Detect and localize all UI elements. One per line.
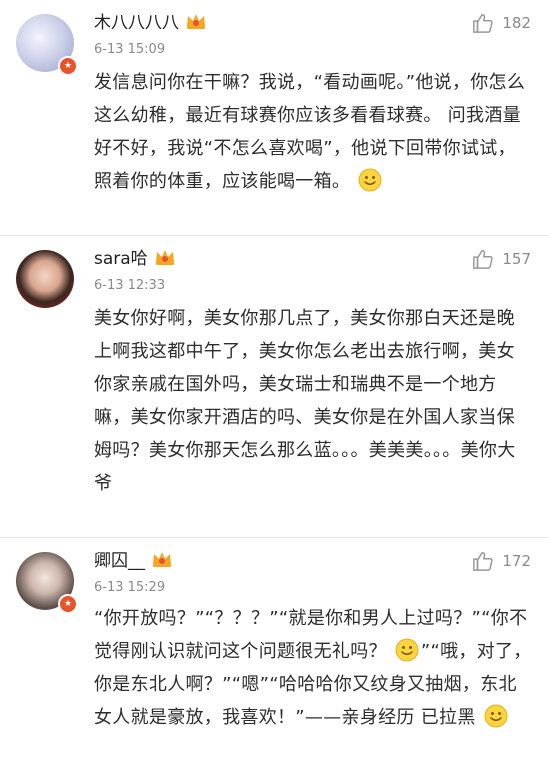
v-badge-icon: ★ [58,56,78,76]
comment-header: 木八八八八 [94,8,207,33]
comment-header: sara哈 [94,244,176,269]
like-count: 182 [502,14,531,32]
like-button[interactable]: 157 [472,248,531,270]
comment-text: “你开放吗？”“？？？”“就是你和男人上过吗？”“你不觉得刚认识就问这个问题很无… [94,602,533,734]
comment-text: 发信息问你在干嘛？我说，“看动画呢。”他说，你怎么这么幼稚，最近有球赛你应该多看… [94,66,533,198]
crown-icon [154,248,176,266]
comment-item: sara哈 6-13 12:33 157 美女你好啊，美女你那几点了，美女你那白… [0,235,549,537]
thumbs-up-icon [473,14,494,33]
smiley-icon [484,704,508,728]
username[interactable]: 木八八八八 [94,8,179,33]
avatar[interactable] [16,250,74,308]
username[interactable]: 卿囚__ [94,546,145,571]
username[interactable]: sara哈 [94,244,148,269]
comment-item: ★ 卿囚__ 6-13 15:29 172 “你开放吗？”“？？？”“就是你和男… [0,537,549,763]
comment-time: 6-13 15:29 [94,580,166,595]
comment-time: 6-13 12:33 [94,278,166,293]
smiley-icon [395,638,419,662]
comment-item: ★ 木八八八八 6-13 15:09 182 发信息问你在干嘛？我说，“看动画呢… [0,0,549,235]
thumbs-up-icon [473,552,494,571]
like-button[interactable]: 172 [472,550,531,572]
crown-icon [185,12,207,30]
like-button[interactable]: 182 [472,12,531,34]
comment-time: 6-13 15:09 [94,42,166,57]
comment-text: 美女你好啊，美女你那几点了，美女你那白天还是晚上啊我这都中午了，美女你怎么老出去… [94,302,533,500]
smiley-icon [358,168,382,192]
thumbs-up-icon [473,250,494,269]
comment-body: 发信息问你在干嘛？我说，“看动画呢。”他说，你怎么这么幼稚，最近有球赛你应该多看… [94,72,526,192]
comment-body: 美女你好啊，美女你那几点了，美女你那白天还是晚上啊我这都中午了，美女你怎么老出去… [94,308,516,494]
comment-header: 卿囚__ [94,546,173,571]
like-count: 172 [502,552,531,570]
crown-icon [151,550,173,568]
v-badge-icon: ★ [58,594,78,614]
like-count: 157 [502,250,531,268]
